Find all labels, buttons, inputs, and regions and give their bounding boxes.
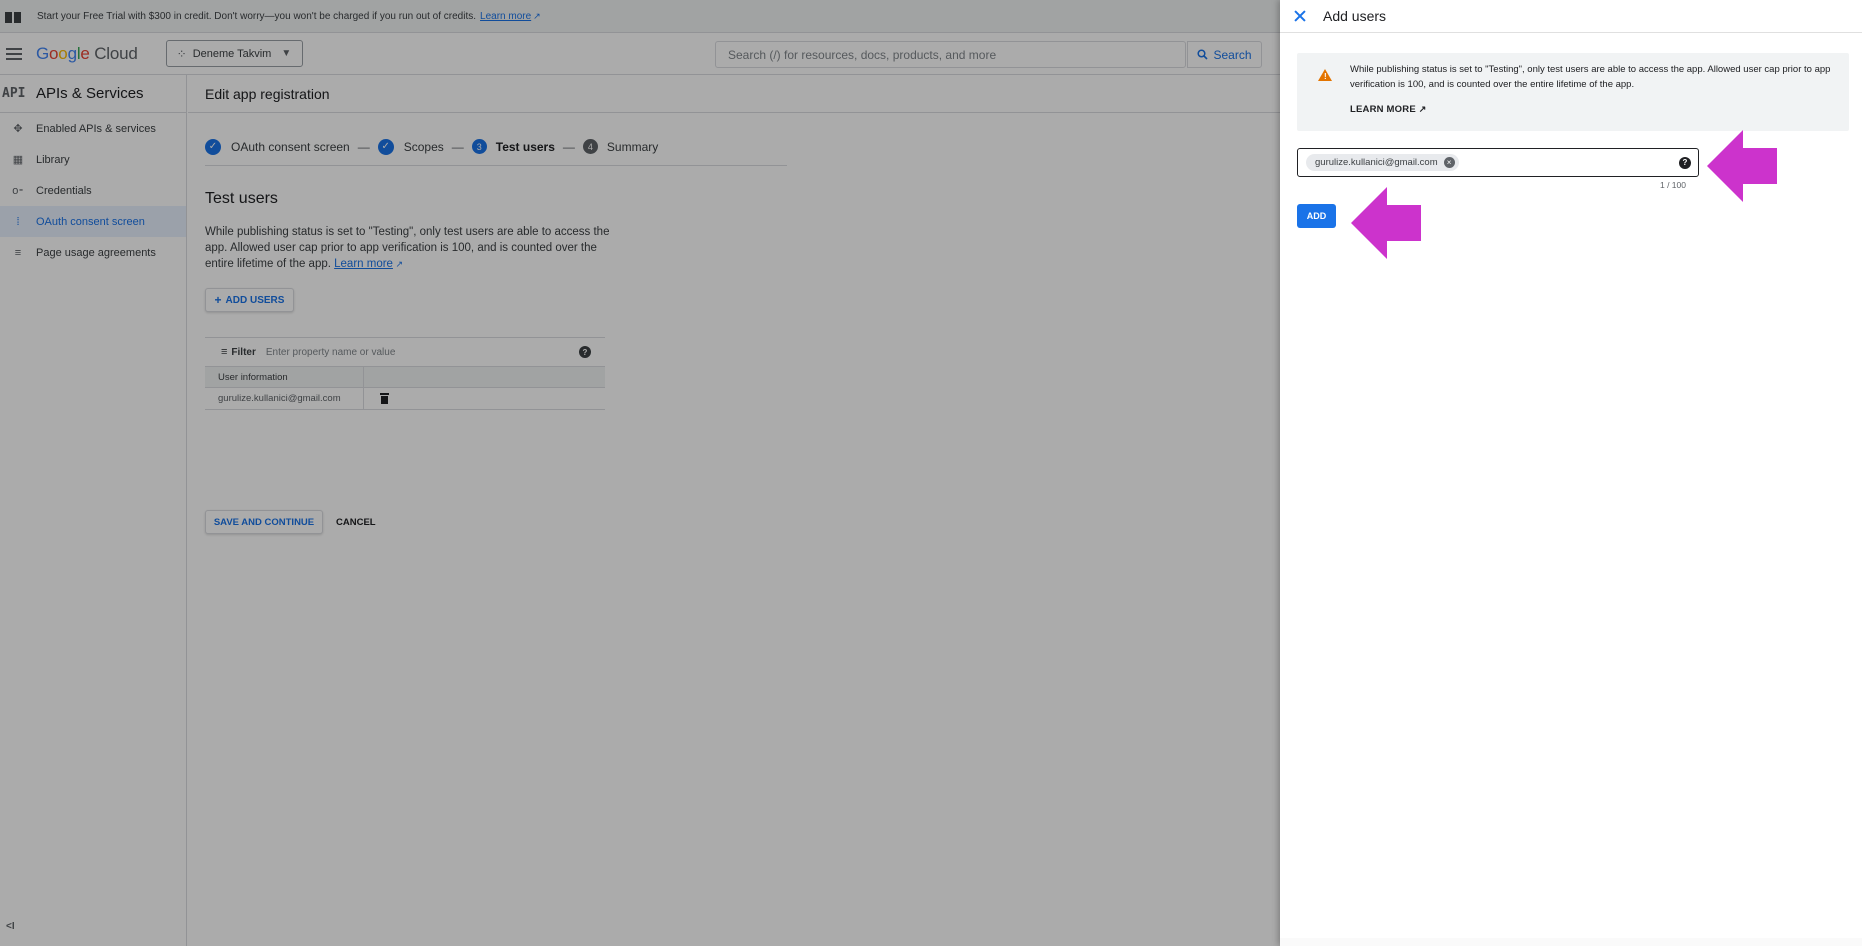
learn-more-label: LEARN MORE bbox=[1350, 104, 1416, 115]
warning-icon: ! bbox=[1318, 69, 1332, 81]
remove-chip-icon[interactable]: × bbox=[1443, 157, 1455, 168]
add-button[interactable]: ADD bbox=[1297, 204, 1336, 228]
chip-label: gurulize.kullanici@gmail.com bbox=[1315, 157, 1438, 168]
panel-header: Add users bbox=[1280, 0, 1862, 33]
warning-box: ! While publishing status is set to "Tes… bbox=[1297, 53, 1849, 131]
panel-footer bbox=[1280, 938, 1862, 946]
annotation-arrow-add bbox=[1351, 187, 1423, 259]
close-icon[interactable] bbox=[1293, 9, 1307, 23]
warning-text: While publishing status is set to "Testi… bbox=[1350, 64, 1831, 90]
help-icon[interactable]: ? bbox=[1679, 156, 1691, 169]
modal-scrim[interactable] bbox=[0, 0, 1280, 946]
user-counter: 1 / 100 bbox=[1660, 180, 1686, 190]
add-users-panel: Add users ! While publishing status is s… bbox=[1280, 0, 1862, 946]
external-link-icon: ↗ bbox=[1418, 104, 1427, 114]
email-chip[interactable]: gurulize.kullanici@gmail.com × bbox=[1306, 154, 1459, 171]
user-email-input[interactable]: gurulize.kullanici@gmail.com × ? bbox=[1297, 148, 1699, 177]
learn-more-link[interactable]: LEARN MORE ↗ bbox=[1350, 104, 1426, 115]
annotation-arrow-input bbox=[1707, 130, 1779, 202]
panel-title: Add users bbox=[1323, 8, 1387, 24]
